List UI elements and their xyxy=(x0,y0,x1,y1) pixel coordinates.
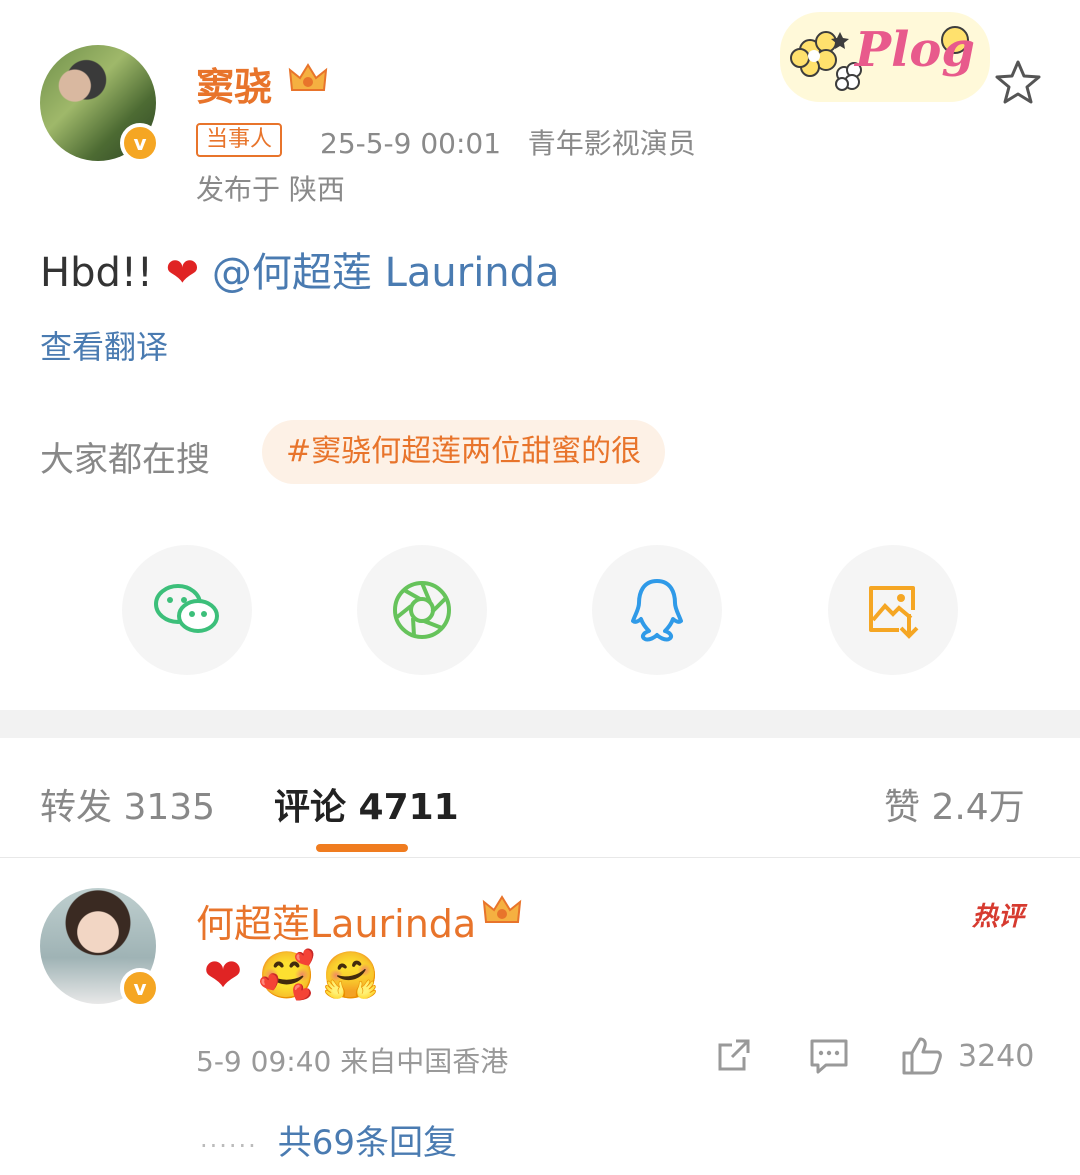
heart-emoji: ❤ xyxy=(203,948,243,1002)
verified-badge-icon: v xyxy=(120,968,160,1008)
verified-badge-icon: v xyxy=(120,123,160,163)
share-moments-button[interactable] xyxy=(357,545,487,675)
active-tab-indicator xyxy=(316,844,408,852)
hug-face-emoji: 🤗 xyxy=(322,947,380,1002)
author-role: 青年影视演员 xyxy=(527,127,696,160)
plog-sticker-text: Plog xyxy=(855,22,975,78)
post-content: Hbd!! ❤ @何超莲 Laurinda xyxy=(40,240,560,298)
crown-icon xyxy=(288,63,328,91)
crown-icon xyxy=(482,895,522,923)
author-tag: 当事人 xyxy=(196,123,283,157)
thumbs-up-icon xyxy=(902,1037,942,1075)
heart-emoji: ❤ xyxy=(165,250,200,296)
translate-link[interactable]: 查看翻译 xyxy=(40,322,168,368)
tab-repost[interactable]: 转发 3135 xyxy=(40,778,215,830)
comment-icon xyxy=(810,1039,848,1074)
share-wechat-button[interactable] xyxy=(122,545,252,675)
trending-label: 大家都在搜 xyxy=(40,440,210,480)
save-image-icon xyxy=(869,586,919,639)
view-replies-link[interactable]: ······ 共69条回复 xyxy=(200,1115,457,1164)
share-qq-button[interactable] xyxy=(592,545,722,675)
tab-likes[interactable]: 赞 2.4万 xyxy=(884,778,1025,830)
commenter-name[interactable]: 何超莲Laurinda xyxy=(196,893,476,948)
share-comment-button[interactable] xyxy=(714,1035,754,1075)
star-icon[interactable] xyxy=(994,58,1042,106)
post-card: v 窦骁 当事人 25-5-9 00:01 青年影视演员 发布于 陕西 Plog… xyxy=(0,0,1080,710)
comment-meta: 5-9 09:40 来自中国香港 xyxy=(196,1045,509,1078)
qq-icon xyxy=(631,579,683,642)
author-name[interactable]: 窦骁 xyxy=(196,56,272,111)
hot-comment-badge: 热评 xyxy=(972,902,1025,932)
reply-comment-button[interactable] xyxy=(808,1035,850,1077)
replies-count: 共69条回复 xyxy=(277,1123,458,1163)
replies-dots: ······ xyxy=(200,1132,258,1160)
mention-link[interactable]: @何超莲 Laurinda xyxy=(212,250,560,296)
post-meta: 25-5-9 00:01 青年影视演员 xyxy=(320,122,696,162)
post-text: Hbd!! xyxy=(40,250,153,296)
comment-content: ❤ 🥰 🤗 xyxy=(196,947,380,1003)
like-comment-button[interactable]: 3240 xyxy=(900,1035,1034,1077)
tab-comments[interactable]: 评论 4711 xyxy=(274,778,459,830)
wechat-icon xyxy=(154,584,219,633)
save-image-button[interactable] xyxy=(828,545,958,675)
post-timestamp: 25-5-9 00:01 xyxy=(320,127,502,160)
like-count: 3240 xyxy=(958,1038,1035,1074)
interaction-tabs: 转发 3135 评论 4711 赞 2.4万 xyxy=(0,738,1080,858)
trending-topic-chip[interactable]: #窦骁何超莲两位甜蜜的很 xyxy=(262,420,666,484)
post-location: 发布于 陕西 xyxy=(196,173,345,206)
section-divider xyxy=(0,710,1080,738)
moments-icon xyxy=(393,581,451,639)
love-face-emoji: 🥰 xyxy=(258,947,316,1002)
share-icon xyxy=(718,1039,750,1071)
